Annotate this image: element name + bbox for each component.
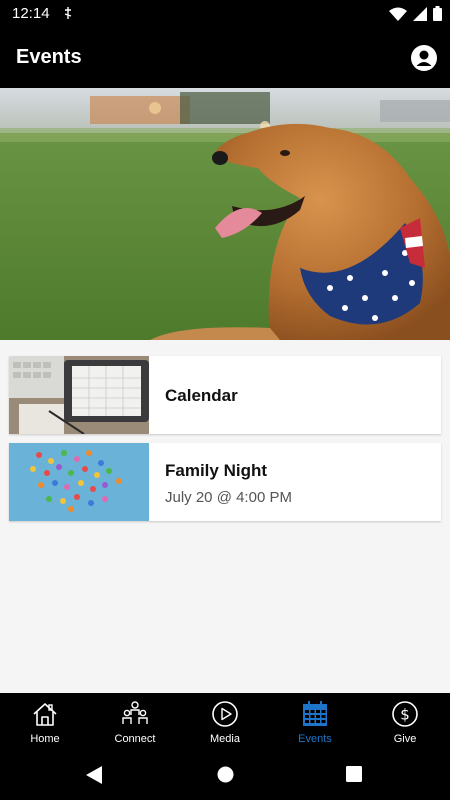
notification-icon	[64, 7, 72, 19]
app-bar: Events	[0, 28, 450, 88]
status-icons	[389, 6, 442, 21]
people-icon	[122, 701, 148, 724]
nav-label: Connect	[114, 733, 156, 745]
events-content[interactable]: Calendar Family Night July 20 @ 4:00 PM	[0, 88, 450, 693]
event-title: Calendar	[165, 386, 238, 405]
wifi-icon	[389, 7, 407, 21]
hero-image	[0, 88, 450, 340]
svg-text:$: $	[400, 706, 410, 724]
balloons-thumbnail	[9, 443, 149, 521]
status-bar: 12:14	[0, 0, 450, 28]
nav-label: Home	[30, 733, 60, 745]
dollar-circle-icon: $	[392, 701, 418, 727]
status-time: 12:14	[12, 5, 50, 22]
nav-label: Media	[210, 733, 240, 745]
nav-item-media[interactable]: Media	[180, 693, 270, 751]
event-date: July 20 @ 4:00 PM	[165, 489, 292, 506]
page-title: Events	[16, 46, 82, 68]
recents-icon[interactable]	[346, 766, 362, 782]
nav-label: Give	[393, 733, 417, 745]
home-icon	[33, 703, 57, 726]
home-circle-icon[interactable]	[217, 766, 234, 783]
calendar-icon	[303, 701, 327, 726]
signal-icon	[413, 6, 427, 21]
battery-icon	[433, 6, 442, 21]
nav-item-events[interactable]: Events	[270, 693, 360, 751]
event-card-family-night[interactable]: Family Night July 20 @ 4:00 PM	[9, 443, 441, 521]
calendar-thumbnail	[9, 356, 149, 434]
profile-icon[interactable]	[410, 44, 438, 72]
event-title: Family Night	[165, 461, 268, 480]
nav-item-give[interactable]: $ Give	[360, 693, 450, 751]
bottom-navigation: Home Connect Media Events $ Give	[0, 693, 450, 751]
play-circle-icon	[212, 701, 238, 727]
event-card-calendar[interactable]: Calendar	[9, 356, 441, 434]
nav-label: Events	[298, 733, 332, 745]
system-navigation-bar	[0, 751, 450, 800]
nav-item-home[interactable]: Home	[0, 693, 90, 751]
nav-item-connect[interactable]: Connect	[90, 693, 180, 751]
back-icon[interactable]	[86, 766, 103, 784]
